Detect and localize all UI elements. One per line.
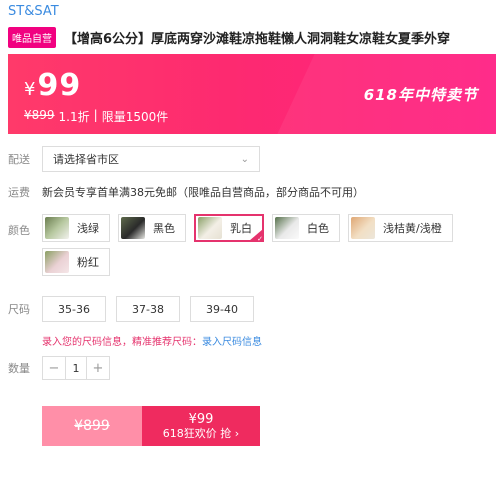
sale-price: ¥ 99	[24, 68, 81, 103]
size-hint: 录入您的尺码信息，精准推荐尺码：录入尺码信息	[42, 333, 262, 348]
product-title: 【增高6公分】厚底两穿沙滩鞋凉拖鞋懒人洞洞鞋女凉鞋女夏季外穿	[64, 32, 451, 47]
brand-name[interactable]: ST&SAT	[8, 4, 59, 19]
size-entry-link[interactable]: 录入尺码信息	[202, 337, 262, 348]
size-hint-text: 录入您的尺码信息，精准推荐尺码：	[42, 337, 202, 348]
color-option-milk-white[interactable]: 乳白	[194, 214, 264, 242]
price-details: ¥899 1.1折 | 限量1500件	[24, 108, 168, 125]
discount-rate: 1.1折	[58, 110, 90, 124]
color-option-light-green[interactable]: 浅绿	[42, 214, 110, 242]
separator: |	[93, 108, 98, 122]
shipping-row: 运费 新会员专享首单满38元免邮（限唯品自营商品，部分商品不可用）	[8, 184, 364, 200]
color-option-label: 黑色	[153, 222, 175, 235]
color-thumbnail	[198, 217, 222, 239]
color-option-pink[interactable]: 粉红	[42, 248, 110, 276]
color-option-label: 白色	[307, 222, 329, 235]
original-price: ¥899	[24, 108, 55, 122]
color-options: 浅绿 黑色 乳白 白色 浅桔黄/浅橙 粉红	[42, 214, 494, 276]
color-option-light-orange[interactable]: 浅桔黄/浅橙	[348, 214, 453, 242]
size-option-35-36[interactable]: 35-36	[42, 296, 106, 322]
quantity-input[interactable]: 1	[65, 357, 87, 379]
chevron-down-icon: ⌄	[240, 153, 249, 165]
price-value: 99	[37, 68, 82, 103]
size-option-37-38[interactable]: 37-38	[116, 296, 180, 322]
promo-banner: ¥ 99 ¥899 1.1折 | 限量1500件 618年中特卖节	[8, 54, 496, 134]
delivery-row: 配送 请选择省市区 ⌄	[8, 146, 260, 172]
color-label-row: 颜色	[8, 222, 42, 238]
size-row: 尺码 35-36 37-38 39-40	[8, 296, 264, 322]
color-option-black[interactable]: 黑色	[118, 214, 186, 242]
product-title-row: 唯品自营 【增高6公分】厚底两穿沙滩鞋凉拖鞋懒人洞洞鞋女凉鞋女夏季外穿	[8, 27, 494, 48]
color-option-label: 乳白	[230, 222, 252, 235]
festival-label: 618年中特卖节	[363, 86, 478, 104]
stock-limit: 限量1500件	[101, 110, 169, 124]
quantity-label: 数量	[8, 362, 30, 375]
color-thumbnail	[45, 251, 69, 273]
color-thumbnail	[275, 217, 299, 239]
buy-label: 618狂欢价 抢 ›	[162, 426, 240, 440]
currency-symbol: ¥	[24, 79, 36, 100]
buy-button-group: ¥899 ¥99 618狂欢价 抢 ›	[42, 406, 260, 446]
region-select[interactable]: 请选择省市区 ⌄	[42, 146, 260, 172]
color-thumbnail	[351, 217, 375, 239]
color-option-label: 浅绿	[77, 222, 99, 235]
decrement-button[interactable]: −	[43, 357, 65, 379]
original-price-tag: ¥899	[42, 406, 142, 446]
color-option-label: 浅桔黄/浅橙	[383, 222, 442, 235]
buy-price: ¥99	[188, 411, 214, 427]
shipping-info: 新会员专享首单满38元免邮（限唯品自营商品，部分商品不可用）	[42, 186, 364, 199]
shipping-label: 运费	[8, 186, 30, 199]
region-placeholder: 请选择省市区	[53, 153, 119, 166]
size-option-39-40[interactable]: 39-40	[190, 296, 254, 322]
delivery-label: 配送	[8, 153, 30, 166]
color-thumbnail	[45, 217, 69, 239]
color-option-label: 粉红	[77, 256, 99, 269]
color-option-white[interactable]: 白色	[272, 214, 340, 242]
quantity-stepper: − 1 +	[42, 356, 110, 380]
color-thumbnail	[121, 217, 145, 239]
color-label: 颜色	[8, 224, 30, 237]
size-label: 尺码	[8, 303, 30, 316]
buy-now-button[interactable]: ¥99 618狂欢价 抢 ›	[142, 406, 260, 446]
increment-button[interactable]: +	[87, 357, 109, 379]
self-operated-badge: 唯品自营	[8, 27, 56, 48]
quantity-row: 数量 − 1 +	[8, 356, 110, 380]
